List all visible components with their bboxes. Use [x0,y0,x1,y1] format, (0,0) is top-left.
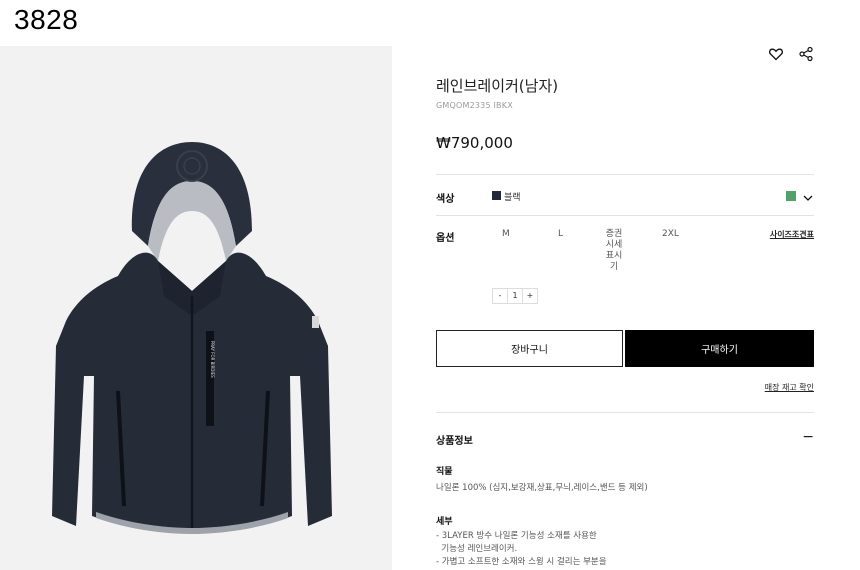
fabric-title: 직물 [436,467,453,477]
quantity-increase-button[interactable]: + [523,289,537,303]
product-actions [768,46,814,62]
size-option-2xl[interactable]: 2XL [662,229,679,239]
quantity-value[interactable]: 1 [507,289,523,303]
store-stock-link[interactable]: 매장 재고 확인 [765,382,814,393]
alt-color-swatch[interactable] [786,191,796,201]
buy-now-button[interactable]: 구매하기 [625,330,814,367]
jacket-print: PRAY FOR BIRDIES [210,341,215,378]
color-label: 색상 [436,194,455,205]
size-option-xl[interactable]: 증권시세표시기 [604,229,624,273]
divider [436,412,814,413]
quantity-stepper: - 1 + [492,288,538,304]
color-name: 블랙 [504,193,521,203]
product-info-title: 상품정보 [436,436,473,447]
detail-line: - 3LAYER 방수 나일론 기능성 소재를 사용한 [436,531,597,541]
option-label: 옵션 [436,233,455,244]
heart-icon[interactable] [768,46,784,62]
detail-line: - 가볍고 소프트한 소재와 스윙 시 걸리는 부분을 [436,557,607,567]
collapse-toggle[interactable]: − [802,430,814,444]
share-icon[interactable] [798,46,814,62]
product-image: PRAY FOR BIRDIES [0,46,392,570]
size-guide-link[interactable]: 사이즈조견표 [770,229,814,240]
fabric-text: 나일론 100% (심지,보강재,상표,무늬,레이스,밴드 등 제외) [436,483,648,493]
size-option-l[interactable]: L [558,229,563,239]
product-title: 레인브레이커(남자) [436,77,559,95]
divider [436,174,814,175]
detail-line: 기능성 레인브레이커. [436,544,518,554]
corner-id: 3828 [14,4,79,35]
color-swatch[interactable] [492,191,501,200]
add-to-cart-button[interactable]: 장바구니 [436,330,623,367]
size-option-m[interactable]: M [502,229,510,239]
product-code: GMQOM2335 IBKX [436,101,513,110]
jacket-illustration: PRAY FOR BIRDIES [52,142,332,534]
product-price: ₩790,000 [436,134,513,152]
chevron-down-icon[interactable] [802,189,814,201]
quantity-decrease-button[interactable]: - [493,289,507,303]
detail-title: 세부 [436,517,453,527]
divider [436,215,814,216]
